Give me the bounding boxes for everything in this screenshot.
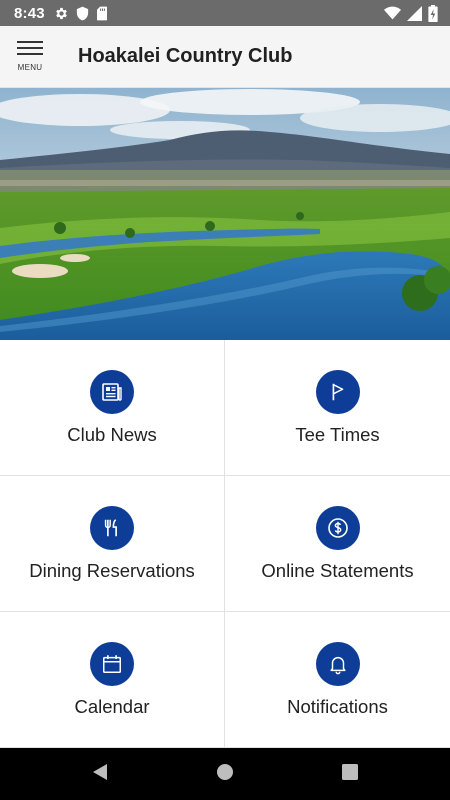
status-right-icons <box>384 4 438 22</box>
tile-online-statements[interactable]: Online Statements <box>225 476 450 612</box>
tile-label: Calendar <box>74 695 150 717</box>
wifi-icon <box>384 6 401 20</box>
sd-card-icon <box>96 6 108 21</box>
newspaper-icon <box>90 369 134 414</box>
tile-label: Tee Times <box>295 423 380 445</box>
back-icon <box>92 763 108 786</box>
flag-icon <box>315 369 360 414</box>
tile-dining-reservations[interactable]: Dining Reservations <box>0 476 225 612</box>
shield-icon <box>76 6 89 21</box>
tile-tee-times[interactable]: Tee Times <box>225 340 450 476</box>
tile-label: Dining Reservations <box>29 559 195 581</box>
status-bar: 8:43 <box>0 0 450 26</box>
tile-club-news[interactable]: Club News <box>0 340 225 476</box>
status-time: 8:43 <box>14 4 45 22</box>
recents-button[interactable] <box>288 748 413 800</box>
signal-icon <box>407 5 422 21</box>
hamburger-icon <box>17 41 43 60</box>
menu-grid: Club News Tee Times Dining Reservations <box>0 340 450 748</box>
system-nav-bar <box>0 748 450 800</box>
back-button[interactable] <box>38 748 163 800</box>
fork-knife-icon <box>90 505 134 550</box>
page-title: Hoakalei Country Club <box>78 45 293 67</box>
golf-course-photo <box>0 88 450 340</box>
recents-icon <box>342 763 358 785</box>
tile-calendar[interactable]: Calendar <box>0 612 225 748</box>
menu-button[interactable]: MENU <box>0 26 60 88</box>
tile-label: Club News <box>67 423 157 445</box>
bell-icon <box>315 641 360 686</box>
status-left-icons <box>54 6 108 21</box>
home-icon <box>216 763 234 786</box>
gear-icon <box>54 6 69 21</box>
battery-charging-icon <box>428 4 438 22</box>
tile-label: Notifications <box>287 695 388 717</box>
dollar-icon <box>315 505 360 550</box>
home-button[interactable] <box>163 748 288 800</box>
tile-label: Online Statements <box>261 559 414 581</box>
tile-notifications[interactable]: Notifications <box>225 612 450 748</box>
app-bar: MENU Hoakalei Country Club <box>0 26 450 88</box>
calendar-icon <box>90 641 134 686</box>
menu-label: MENU <box>17 63 43 72</box>
